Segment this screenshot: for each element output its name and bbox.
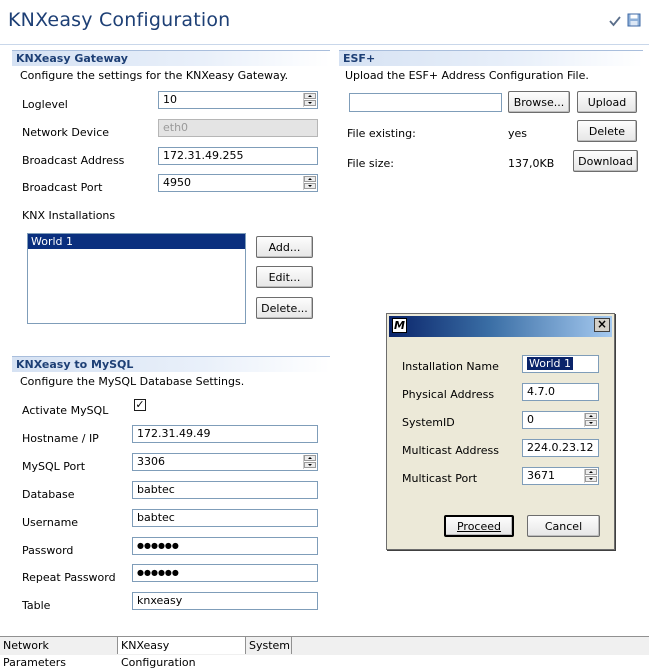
proceed-label: Proceed [456,519,502,533]
installation-name-value: World 1 [527,357,574,370]
gateway-section-header: KNXeasy Gateway [12,50,330,66]
browse-button[interactable]: Browse... [508,91,570,113]
broadcast-address-label: Broadcast Address [22,154,125,167]
esf-file-input[interactable] [349,93,502,112]
tab-system[interactable]: System [246,637,292,654]
loglevel-label: Loglevel [22,98,68,111]
activate-mysql-label: Activate MySQL [22,404,109,417]
file-size-value: 137,0KB [508,157,555,170]
checkmark-icon[interactable] [608,14,622,28]
mysql-description: Configure the MySQL Database Settings. [20,375,245,388]
username-input[interactable]: babtec [132,509,318,527]
delete-installation-button[interactable]: Delete... [256,297,313,319]
spinner-arrows-icon[interactable] [584,413,597,427]
file-existing-label: File existing: [347,127,416,140]
database-label: Database [22,488,75,501]
repeat-password-label: Repeat Password [22,571,116,584]
installation-name-input[interactable]: World 1 [522,355,599,373]
dialog-titlebar[interactable] [389,316,612,337]
bottom-tab-bar: Network Parameters KNXeasy Configuration… [0,636,649,669]
broadcast-port-spinner[interactable]: 4950 [158,174,318,192]
loglevel-value: 10 [163,93,177,106]
installation-name-label: Installation Name [402,360,499,373]
mysql-port-value: 3306 [137,455,165,468]
esf-section-header: ESF+ [339,50,643,66]
loglevel-spinner[interactable]: 10 [158,91,318,109]
spinner-arrows-icon[interactable] [303,455,316,469]
mysql-port-label: MySQL Port [22,460,86,473]
proceed-button[interactable]: Proceed [444,515,514,537]
password-label: Password [22,544,74,557]
multicast-address-input[interactable]: 224.0.23.12 [522,439,599,457]
systemid-value: 0 [527,413,534,426]
broadcast-address-input[interactable]: 172.31.49.255 [158,147,318,165]
multicast-address-label: Multicast Address [402,444,500,457]
systemid-label: SystemID [402,416,455,429]
tab-knxeasy-configuration[interactable]: KNXeasy Configuration [118,637,246,669]
network-device-label: Network Device [22,126,110,139]
network-device-field: eth0 [158,119,318,137]
systemid-spinner[interactable]: 0 [522,411,599,429]
database-input[interactable]: babtec [132,481,318,499]
file-size-label: File size: [347,157,394,170]
page-title: KNXeasy Configuration [8,9,231,31]
upload-button[interactable]: Upload [577,91,637,113]
username-label: Username [22,516,79,529]
table-input[interactable]: knxeasy [132,592,318,610]
multicast-port-spinner[interactable]: 3671 [522,467,599,485]
delete-esf-button[interactable]: Delete [577,120,637,142]
tab-network-parameters[interactable]: Network Parameters [0,637,118,669]
save-icon[interactable] [627,13,641,27]
multicast-port-label: Multicast Port [402,472,478,485]
activate-mysql-checkbox[interactable]: ✓ [134,399,146,411]
app-logo-icon: M [392,318,407,333]
broadcast-port-value: 4950 [163,176,191,189]
gateway-description: Configure the settings for the KNXeasy G… [20,69,289,82]
spinner-arrows-icon[interactable] [303,93,316,107]
esf-description: Upload the ESF+ Address Configuration Fi… [345,69,589,82]
spinner-arrows-icon[interactable] [303,176,316,190]
mysql-section-header: KNXeasy to MySQL [12,356,330,372]
close-icon[interactable]: × [594,318,610,332]
physical-address-input[interactable]: 4.7.0 [522,383,599,401]
password-input[interactable]: ●●●●●● [132,537,318,555]
physical-address-label: Physical Address [402,388,495,401]
download-button[interactable]: Download [573,150,638,172]
mysql-port-spinner[interactable]: 3306 [132,453,318,471]
list-item[interactable]: World 1 [28,234,245,249]
hostname-label: Hostname / IP [22,432,99,445]
edit-installation-button[interactable]: Edit... [256,266,313,288]
table-label: Table [22,599,51,612]
knx-installations-label: KNX Installations [22,209,116,222]
spinner-arrows-icon[interactable] [584,469,597,483]
cancel-button[interactable]: Cancel [527,515,600,537]
broadcast-port-label: Broadcast Port [22,181,103,194]
file-existing-value: yes [508,127,528,140]
multicast-port-value: 3671 [527,469,555,482]
repeat-password-input[interactable]: ●●●●●● [132,564,318,582]
add-installation-button[interactable]: Add... [256,236,313,258]
installations-list[interactable]: World 1 [27,233,246,324]
hostname-input[interactable]: 172.31.49.49 [132,425,318,443]
installation-dialog: M × Installation Name World 1 Physical A… [386,313,615,550]
